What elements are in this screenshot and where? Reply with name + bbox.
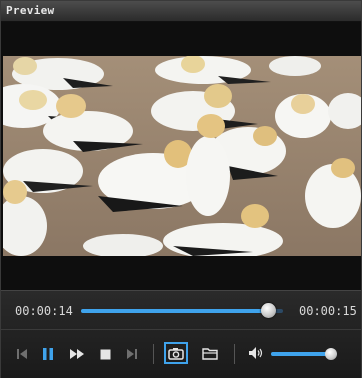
controls-divider: [1, 329, 361, 330]
gannets-video-image: [3, 56, 361, 256]
toolbar-divider: [234, 344, 235, 364]
pause-icon: [43, 348, 53, 360]
volume-handle[interactable]: [325, 348, 337, 360]
progress-handle[interactable]: [261, 303, 277, 318]
previous-button[interactable]: [13, 345, 31, 363]
volume-slider[interactable]: [271, 348, 337, 360]
snapshot-button[interactable]: [164, 342, 188, 364]
next-button[interactable]: [123, 345, 141, 363]
progress-fill: [81, 309, 269, 313]
preview-window: Preview 00:00:14 00:00:15: [0, 0, 362, 378]
player-controls: 00:00:14 00:00:15: [1, 290, 361, 378]
folder-icon: [202, 347, 218, 360]
title-bar[interactable]: Preview: [1, 1, 361, 22]
fast-forward-button[interactable]: [67, 345, 87, 363]
volume-icon: [249, 347, 263, 359]
pause-button[interactable]: [39, 345, 57, 363]
volume-button[interactable]: [246, 344, 266, 362]
stop-button[interactable]: [96, 345, 114, 363]
current-time: 00:00:14: [15, 304, 73, 318]
stop-icon: [100, 349, 110, 359]
window-title: Preview: [6, 4, 55, 17]
skip-next-icon: [127, 349, 137, 359]
toolbar-divider: [153, 344, 154, 364]
progress-bar[interactable]: [81, 303, 283, 318]
total-time: 00:00:15: [299, 304, 357, 318]
open-folder-button[interactable]: [199, 343, 221, 363]
video-area[interactable]: [1, 22, 361, 290]
fast-forward-icon: [70, 349, 84, 359]
camera-icon: [168, 347, 184, 360]
skip-previous-icon: [17, 349, 27, 359]
video-frame: [3, 56, 361, 256]
